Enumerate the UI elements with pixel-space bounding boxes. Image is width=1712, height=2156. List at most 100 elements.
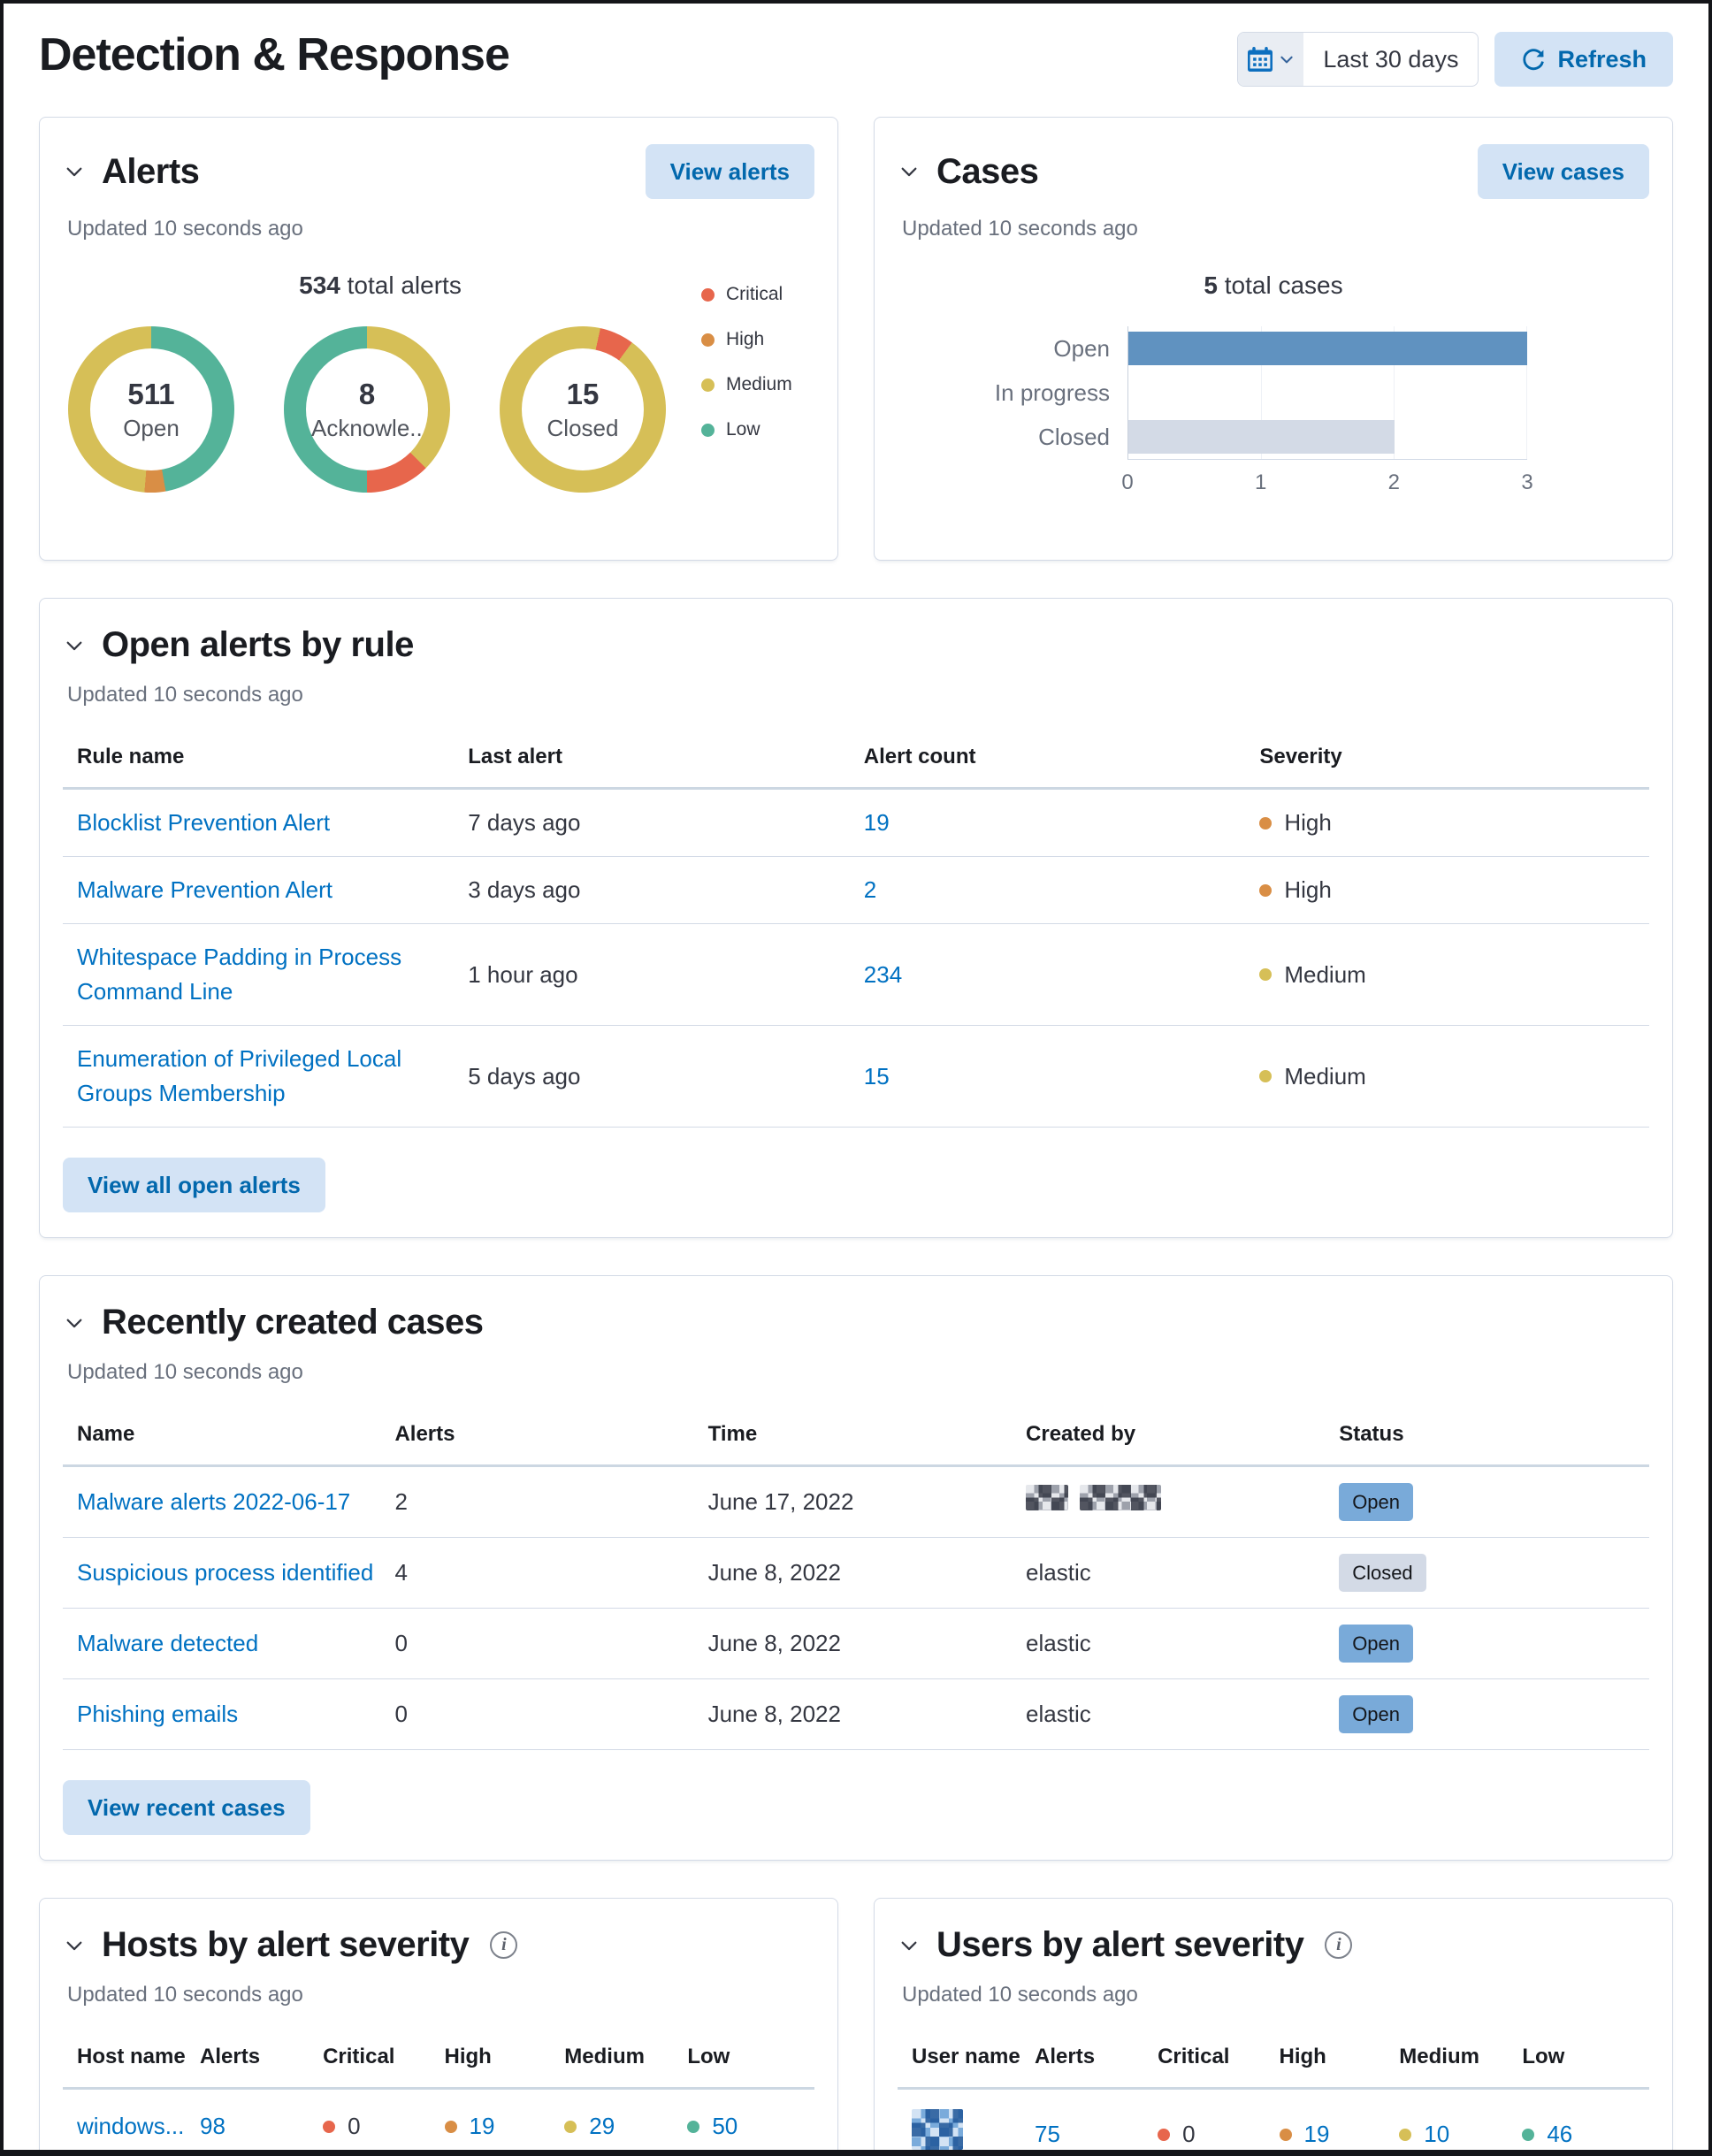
- case-alert-count-cell: 0: [394, 1630, 408, 1656]
- severity-cell: Medium: [1259, 1059, 1635, 1094]
- alert-count-link[interactable]: 15: [864, 1063, 890, 1089]
- legend-dot-icon: [701, 333, 715, 347]
- date-range-value[interactable]: Last 30 days: [1303, 33, 1478, 86]
- case-name-link[interactable]: Phishing emails: [77, 1701, 238, 1727]
- alerts-count-link[interactable]: 75: [1035, 2121, 1060, 2147]
- alert-status-donut[interactable]: 8 Acknowle...: [284, 326, 450, 493]
- info-icon[interactable]: i: [490, 1931, 518, 1959]
- rule-name-link[interactable]: Enumeration of Privileged Local Groups M…: [77, 1042, 457, 1111]
- recent-cases-table: Name Alerts Time Created by Status Malwa…: [63, 1422, 1649, 1750]
- col-header-name: Name: [77, 1422, 135, 1446]
- case-status-bar[interactable]: [1128, 420, 1395, 454]
- col-header-alert-count: Alert count: [863, 745, 976, 768]
- rule-name-link[interactable]: Malware Prevention Alert: [77, 873, 332, 907]
- redacted-user-name: [912, 2109, 963, 2150]
- rule-name-link[interactable]: Whitespace Padding in Process Command Li…: [77, 940, 457, 1009]
- low-count-link[interactable]: 46: [1547, 2117, 1572, 2150]
- alert-status-donut[interactable]: 15 Closed: [500, 326, 666, 493]
- collapse-chevron-icon[interactable]: [63, 1311, 86, 1334]
- col-header-rule-name: Rule name: [77, 745, 185, 768]
- view-cases-button[interactable]: View cases: [1477, 144, 1649, 199]
- medium-count-link[interactable]: 10: [1424, 2117, 1449, 2150]
- case-alert-count-cell: 0: [394, 1701, 408, 1727]
- case-time-cell: June 8, 2022: [707, 1559, 841, 1586]
- legend-item[interactable]: Low: [701, 419, 814, 440]
- high-count-link[interactable]: 19: [470, 2109, 495, 2144]
- view-all-open-alerts-button[interactable]: View all open alerts: [63, 1158, 325, 1212]
- table-row: 75 0 19 10 46: [898, 2090, 1649, 2150]
- col-header-alerts: Alerts: [200, 2045, 261, 2068]
- hosts-updated-text: Updated 10 seconds ago: [67, 1983, 303, 2007]
- donut-status-label: Open: [123, 414, 180, 441]
- case-time-cell: June 8, 2022: [707, 1630, 841, 1656]
- col-header-time: Time: [707, 1422, 758, 1446]
- medium-dot-icon: [564, 2120, 577, 2133]
- legend-item[interactable]: High: [701, 329, 814, 350]
- col-header-status: Status: [1339, 1422, 1404, 1446]
- recent-cases-updated-text: Updated 10 seconds ago: [67, 1360, 303, 1384]
- view-recent-cases-button[interactable]: View recent cases: [63, 1780, 310, 1835]
- axis-tick-label: 2: [1387, 470, 1401, 494]
- detection-response-dashboard: Detection & Response Last 30 days Refres…: [0, 0, 1712, 2156]
- col-header-critical: Critical: [1158, 2045, 1230, 2068]
- table-row: Enumeration of Privileged Local Groups M…: [63, 1026, 1649, 1128]
- users-updated-text: Updated 10 seconds ago: [902, 1983, 1138, 2007]
- alert-count-link[interactable]: 19: [864, 809, 890, 836]
- status-badge[interactable]: Closed: [1339, 1554, 1426, 1592]
- collapse-chevron-icon[interactable]: [898, 1934, 921, 1957]
- col-header-critical: Critical: [323, 2045, 395, 2068]
- table-row: Whitespace Padding in Process Command Li…: [63, 924, 1649, 1026]
- bar-chart-x-axis: 0 1 2 3: [1121, 470, 1532, 499]
- case-name-link[interactable]: Malware alerts 2022-06-17: [77, 1488, 350, 1515]
- date-picker-menu-button[interactable]: [1238, 33, 1304, 86]
- severity-cell: High: [1259, 806, 1635, 840]
- low-count-link[interactable]: 50: [712, 2109, 738, 2144]
- collapse-chevron-icon[interactable]: [63, 634, 86, 657]
- axis-tick-label: 3: [1521, 470, 1533, 494]
- total-cases-label: 5 total cases: [1204, 271, 1343, 299]
- low-dot-icon: [1522, 2128, 1535, 2141]
- legend-item[interactable]: Critical: [701, 284, 814, 305]
- rule-name-link[interactable]: Blocklist Prevention Alert: [77, 806, 330, 840]
- severity-dot-icon: [1259, 1070, 1273, 1082]
- medium-dot-icon: [1399, 2128, 1412, 2141]
- table-header-row: Name Alerts Time Created by Status: [63, 1422, 1649, 1467]
- status-badge[interactable]: Open: [1339, 1695, 1414, 1733]
- page-header: Detection & Response Last 30 days Refres…: [4, 4, 1708, 117]
- legend-item[interactable]: Medium: [701, 374, 814, 395]
- status-badge[interactable]: Open: [1339, 1625, 1414, 1663]
- col-header-low: Low: [1522, 2045, 1565, 2068]
- bar-chart-plot-area: [1127, 326, 1527, 460]
- col-header-user-name: User name: [912, 2045, 1020, 2068]
- severity-dot-icon: [1259, 968, 1273, 981]
- cases-bar-chart: 5 total cases Open In progress Closed 0 …: [898, 271, 1649, 499]
- case-name-link[interactable]: Suspicious process identified: [77, 1559, 373, 1586]
- created-by-cell: [1026, 1484, 1339, 1520]
- view-alerts-button[interactable]: View alerts: [645, 144, 814, 199]
- collapse-chevron-icon[interactable]: [63, 1934, 86, 1957]
- donut-status-label: Closed: [546, 414, 619, 441]
- case-status-bar[interactable]: [1128, 332, 1527, 365]
- users-table: User name Alerts Critical High Medium Lo…: [898, 2045, 1649, 2150]
- critical-count-link[interactable]: 0: [348, 2109, 360, 2144]
- alert-count-link[interactable]: 234: [864, 961, 902, 988]
- critical-dot-icon: [323, 2120, 336, 2133]
- case-name-link[interactable]: Malware detected: [77, 1630, 258, 1656]
- refresh-button[interactable]: Refresh: [1494, 32, 1673, 87]
- donut-count: 15: [566, 377, 600, 410]
- date-range-picker[interactable]: Last 30 days: [1237, 32, 1479, 87]
- high-count-link[interactable]: 19: [1304, 2117, 1330, 2150]
- collapse-chevron-icon[interactable]: [63, 160, 86, 183]
- alerts-count-link[interactable]: 98: [200, 2113, 225, 2139]
- collapse-chevron-icon[interactable]: [898, 160, 921, 183]
- col-header-high: High: [1279, 2045, 1326, 2068]
- open-alerts-updated-text: Updated 10 seconds ago: [67, 683, 303, 707]
- host-name-link[interactable]: windows...: [77, 2113, 184, 2139]
- medium-count-link[interactable]: 29: [589, 2109, 615, 2144]
- status-badge[interactable]: Open: [1339, 1483, 1414, 1521]
- donut-count: 511: [127, 377, 175, 410]
- alert-status-donut[interactable]: 511 Open: [68, 326, 234, 493]
- alert-count-link[interactable]: 2: [864, 876, 876, 903]
- critical-count-link[interactable]: 0: [1182, 2117, 1195, 2150]
- info-icon[interactable]: i: [1325, 1931, 1353, 1959]
